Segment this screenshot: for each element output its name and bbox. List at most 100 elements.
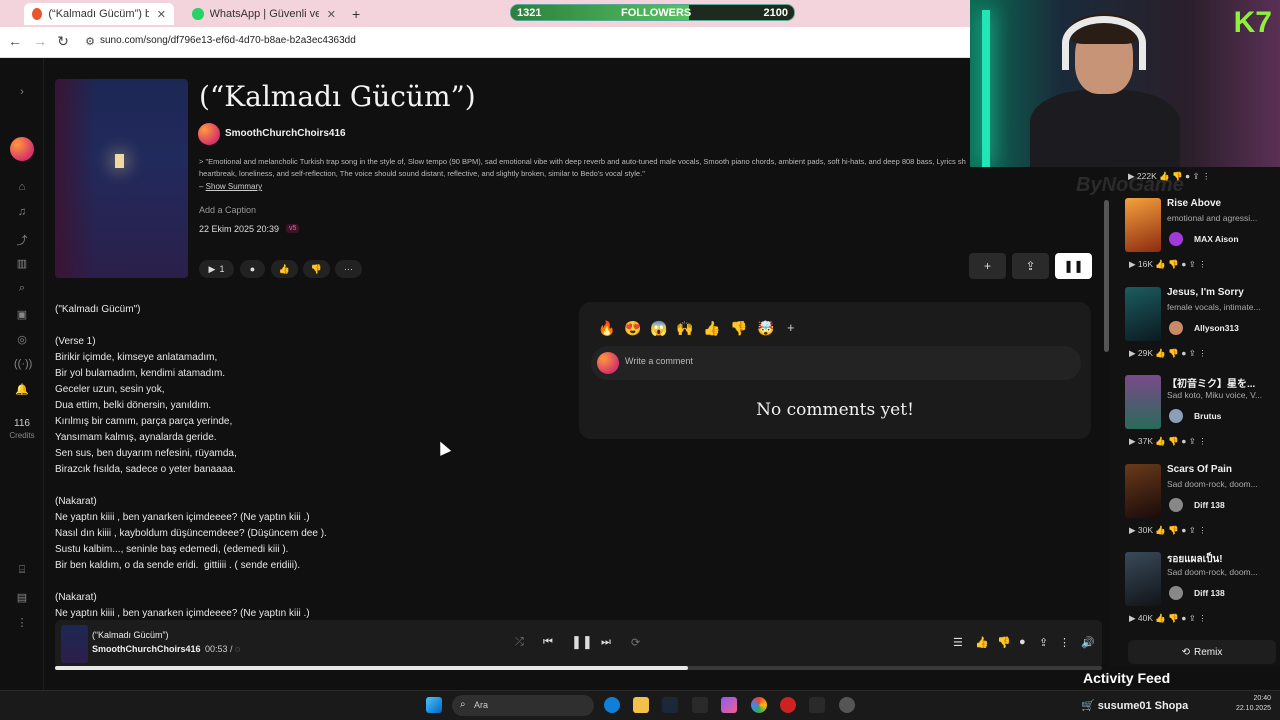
- chevron-right-icon[interactable]: ›: [14, 86, 30, 98]
- artist-avatar[interactable]: [1169, 586, 1183, 600]
- next-icon[interactable]: ⏭: [601, 636, 611, 649]
- related-song-item[interactable]: รอยแผลเป็น! Sad doom-rock, doom... Diff …: [1125, 552, 1275, 623]
- tab-suno[interactable]: (“Kalmadı Gücüm”) by Smo ✕: [24, 3, 174, 25]
- comment-input[interactable]: Write a comment: [591, 346, 1081, 380]
- file-explorer-icon[interactable]: [633, 697, 649, 713]
- dislike-button[interactable]: 👎: [303, 260, 330, 278]
- related-song-item[interactable]: Rise Above emotional and agressi... MAX …: [1125, 198, 1275, 269]
- artist-name[interactable]: SmoothChurchChoirs416: [225, 128, 346, 139]
- thumbs-down-emoji-icon[interactable]: 👎: [730, 320, 747, 337]
- related-song-title[interactable]: 【初音ミク】星を...: [1167, 375, 1255, 390]
- fire-emoji-icon[interactable]: 🔥: [598, 320, 615, 337]
- chrome-icon[interactable]: [751, 697, 767, 713]
- trash-icon[interactable]: ▣: [14, 308, 30, 321]
- related-song-artist[interactable]: Brutus: [1194, 411, 1221, 421]
- music-icon[interactable]: ♫: [14, 206, 30, 218]
- reload-icon[interactable]: ↻: [53, 33, 73, 50]
- related-song-item[interactable]: Scars Of Pain Sad doom-rock, doom... Dif…: [1125, 464, 1275, 535]
- steam-icon[interactable]: [662, 697, 678, 713]
- scrollbar[interactable]: [1104, 200, 1109, 352]
- show-summary-label[interactable]: Show Summary: [206, 182, 262, 191]
- related-song-title[interactable]: Jesus, I'm Sorry: [1167, 287, 1244, 298]
- pause-icon[interactable]: ❚❚: [571, 634, 593, 650]
- epic-games-icon[interactable]: [692, 697, 708, 713]
- repeat-icon[interactable]: ⟳: [631, 636, 640, 649]
- radio-icon[interactable]: ((·)): [14, 358, 32, 370]
- close-tab-icon[interactable]: ✕: [157, 8, 166, 21]
- gift-icon[interactable]: ⌸: [14, 564, 30, 577]
- song-thumbnail[interactable]: [1125, 552, 1161, 606]
- edge-icon[interactable]: [604, 697, 620, 713]
- share-icon[interactable]: ⤴: [14, 232, 30, 248]
- song-thumbnail[interactable]: [1125, 287, 1161, 341]
- add-to-playlist-button[interactable]: +: [969, 253, 1006, 279]
- song-thumbnail[interactable]: [1125, 375, 1161, 429]
- remix-button[interactable]: ⟲ Remix: [1128, 640, 1276, 664]
- show-summary-link[interactable]: – Show Summary: [199, 182, 262, 191]
- previous-icon[interactable]: ⏮: [543, 636, 553, 649]
- artist-avatar[interactable]: [1169, 498, 1183, 512]
- player-thumbnail[interactable]: [61, 625, 88, 663]
- notes-icon[interactable]: ▤: [14, 591, 30, 604]
- volume-icon[interactable]: 🔊: [1081, 636, 1095, 649]
- search-icon[interactable]: ⌕: [14, 282, 30, 295]
- user-avatar[interactable]: [10, 137, 34, 161]
- comment-button[interactable]: ●: [240, 260, 265, 278]
- more-icon[interactable]: ⋮: [1059, 636, 1070, 649]
- start-icon[interactable]: [426, 697, 442, 713]
- copilot-icon[interactable]: [721, 697, 737, 713]
- playback-progress-bar[interactable]: [55, 666, 1102, 670]
- related-song-item[interactable]: Jesus, I'm Sorry female vocals, intimate…: [1125, 287, 1275, 358]
- thumbs-up-icon[interactable]: 👍: [975, 636, 989, 649]
- site-info-icon[interactable]: ⚙: [80, 35, 100, 48]
- url-text[interactable]: suno.com/song/df796e13-ef6d-4d70-b8ae-b2…: [100, 35, 356, 46]
- compass-icon[interactable]: ◎: [14, 333, 30, 346]
- related-song-artist[interactable]: Diff 138: [1194, 500, 1225, 510]
- related-song-title[interactable]: Scars Of Pain: [1167, 464, 1232, 475]
- heart-eyes-emoji-icon[interactable]: 😍: [624, 320, 641, 337]
- home-icon[interactable]: ⌂: [14, 181, 30, 193]
- taskbar-clock[interactable]: 20:40 22.10.2025: [1226, 694, 1271, 714]
- artist-avatar[interactable]: [1169, 232, 1183, 246]
- related-song-artist[interactable]: Allyson313: [1194, 323, 1239, 333]
- taskbar-search[interactable]: ⌕ Ara: [452, 695, 594, 716]
- related-song-title[interactable]: Rise Above: [1167, 198, 1221, 209]
- artist-avatar[interactable]: [1169, 409, 1183, 423]
- share-icon[interactable]: ⇪: [1039, 636, 1048, 649]
- back-icon[interactable]: ←: [5, 33, 25, 49]
- share-button[interactable]: ⇪: [1012, 253, 1049, 279]
- close-tab-icon[interactable]: ✕: [327, 8, 336, 21]
- bell-icon[interactable]: 🔔: [14, 383, 30, 396]
- related-song-artist[interactable]: Diff 138: [1194, 588, 1225, 598]
- add-reaction-icon[interactable]: +: [787, 320, 795, 335]
- tray-user[interactable]: 🛒 susume01 Shopa: [1081, 699, 1188, 712]
- player-artist[interactable]: SmoothChurchChoirs416: [92, 644, 201, 654]
- related-song-item[interactable]: 【初音ミク】星を... Sad koto, Miku voice, V... B…: [1125, 375, 1275, 446]
- artist-avatar[interactable]: [198, 123, 220, 145]
- queue-icon[interactable]: ☰: [953, 636, 963, 649]
- raised-hands-emoji-icon[interactable]: 🙌: [676, 320, 693, 337]
- related-song-title[interactable]: รอยแผลเป็น!: [1167, 552, 1223, 567]
- related-song-artist[interactable]: MAX Aison: [1194, 234, 1239, 244]
- like-button[interactable]: 👍: [271, 260, 298, 278]
- app-icon[interactable]: [839, 697, 855, 713]
- play-count-button[interactable]: ▶ 1: [199, 260, 234, 278]
- opera-icon[interactable]: [780, 697, 796, 713]
- comment-icon[interactable]: ●: [1019, 636, 1026, 648]
- song-cover-art[interactable]: [55, 79, 188, 278]
- thumbs-down-icon[interactable]: 👎: [997, 636, 1011, 649]
- song-thumbnail[interactable]: [1125, 464, 1161, 518]
- scream-emoji-icon[interactable]: 😱: [650, 320, 667, 337]
- epic-games-icon[interactable]: [809, 697, 825, 713]
- more-icon[interactable]: ⋮: [14, 616, 30, 629]
- player-song-title[interactable]: (“Kalmadı Gücüm”): [92, 630, 169, 640]
- shuffle-icon[interactable]: ⤮: [515, 636, 524, 649]
- forward-icon[interactable]: →: [30, 33, 50, 49]
- mind-blown-emoji-icon[interactable]: 🤯: [757, 320, 774, 337]
- new-tab-button[interactable]: +: [344, 3, 364, 25]
- pause-button[interactable]: ❚❚: [1055, 253, 1092, 279]
- library-icon[interactable]: ▥: [14, 257, 30, 270]
- artist-avatar[interactable]: [1169, 321, 1183, 335]
- thumbs-up-emoji-icon[interactable]: 👍: [703, 320, 720, 337]
- more-options-button[interactable]: ···: [335, 260, 362, 278]
